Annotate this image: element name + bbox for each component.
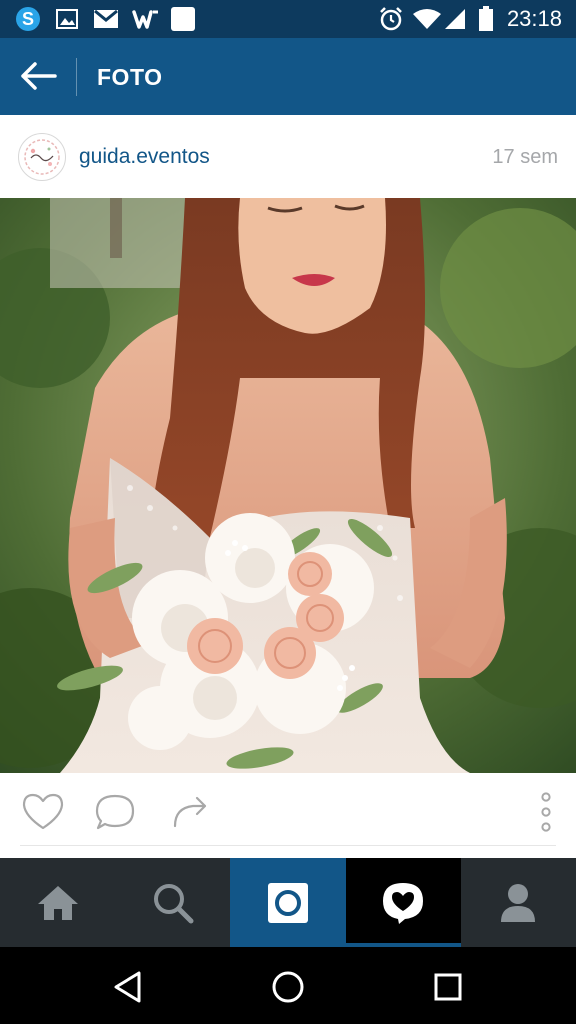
status-bar: S 23:18 bbox=[0, 0, 576, 38]
wifi-icon bbox=[412, 7, 442, 31]
like-icon bbox=[22, 793, 64, 830]
tab-camera[interactable] bbox=[230, 858, 346, 947]
nav-back-button[interactable] bbox=[106, 965, 150, 1009]
alarm-icon bbox=[378, 7, 404, 31]
post-timestamp: 17 sem bbox=[492, 146, 558, 168]
username-link[interactable]: guida.eventos bbox=[79, 145, 210, 169]
nav-recents-button[interactable] bbox=[426, 965, 470, 1009]
share-icon bbox=[173, 796, 207, 828]
clock: 23:18 bbox=[506, 6, 562, 31]
wattpad-icon bbox=[131, 7, 161, 31]
bottom-tab-bar bbox=[0, 858, 576, 947]
battery-icon bbox=[478, 6, 494, 31]
svg-text:S: S bbox=[22, 9, 34, 29]
arrow-back-icon bbox=[21, 62, 57, 90]
avatar[interactable] bbox=[18, 133, 66, 181]
activity-icon bbox=[383, 882, 424, 924]
blank-app-icon bbox=[170, 7, 196, 31]
tab-search[interactable] bbox=[115, 858, 230, 947]
guida-eventos-logo bbox=[24, 139, 60, 175]
gmail-icon bbox=[93, 7, 119, 31]
app-bar-divider bbox=[76, 58, 77, 96]
gallery-icon bbox=[56, 7, 78, 31]
more-options-button[interactable] bbox=[524, 791, 568, 833]
system-nav-bar bbox=[0, 947, 576, 1024]
like-button[interactable] bbox=[20, 791, 66, 833]
comment-icon bbox=[95, 794, 135, 830]
skype-icon: S bbox=[14, 7, 42, 31]
post-photo[interactable] bbox=[0, 198, 576, 773]
nav-home-button[interactable] bbox=[266, 965, 310, 1009]
tab-home[interactable] bbox=[0, 858, 115, 947]
comment-button[interactable] bbox=[92, 791, 138, 833]
search-icon bbox=[153, 883, 194, 923]
bride-bouquet-photo bbox=[0, 198, 576, 773]
camera-icon bbox=[267, 882, 308, 923]
recents-square-icon bbox=[434, 973, 462, 1001]
tab-profile[interactable] bbox=[461, 858, 576, 947]
back-triangle-icon bbox=[114, 971, 141, 1003]
tab-activity[interactable] bbox=[345, 858, 461, 947]
home-icon bbox=[37, 885, 78, 920]
page-title: FOTO bbox=[97, 64, 163, 90]
profile-icon bbox=[501, 883, 536, 922]
post-header: guida.eventos 17 sem bbox=[0, 115, 576, 198]
home-circle-icon bbox=[272, 971, 304, 1003]
post-actions bbox=[0, 773, 576, 858]
back-button[interactable] bbox=[14, 56, 62, 96]
signal-icon bbox=[444, 7, 466, 31]
share-button[interactable] bbox=[166, 791, 212, 833]
more-options-icon bbox=[541, 792, 551, 832]
app-bar: FOTO bbox=[0, 38, 576, 115]
actions-divider bbox=[20, 845, 556, 846]
